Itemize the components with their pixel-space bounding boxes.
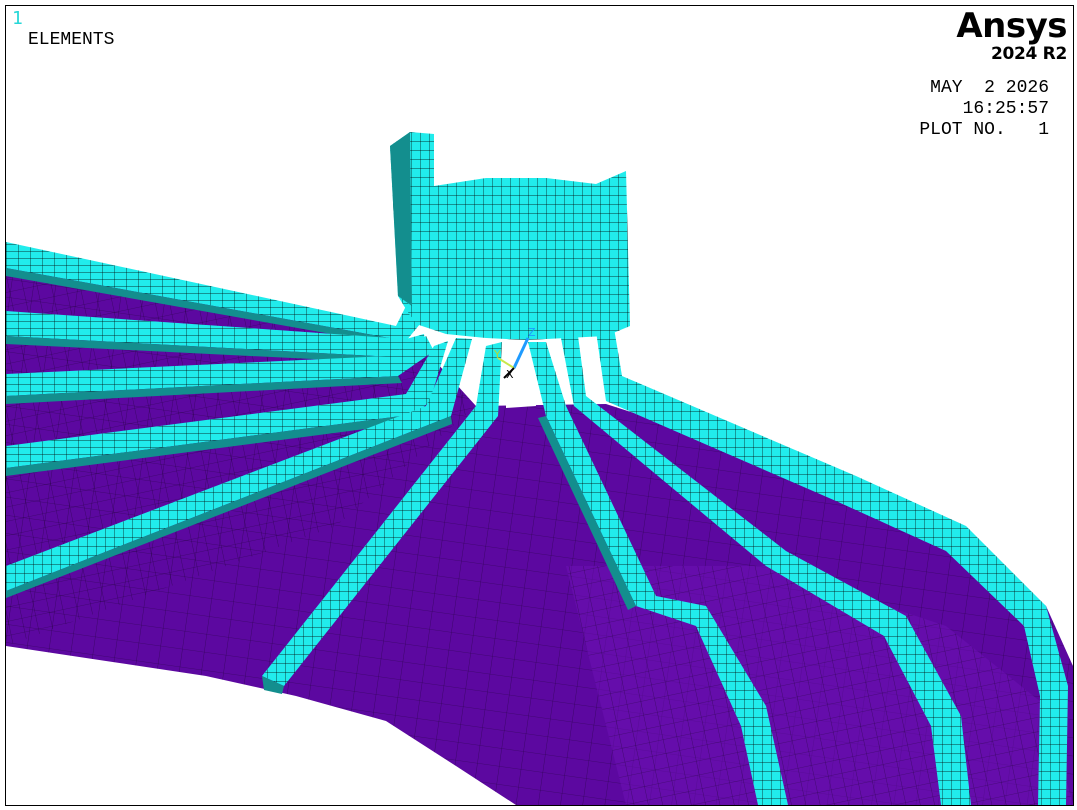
triad-x-label: X	[506, 368, 514, 381]
plot-title: ELEMENTS	[28, 30, 115, 50]
ansys-logo: Ansys 2024 R2	[956, 8, 1067, 64]
logo-brand: Ansys	[956, 6, 1067, 46]
triad-z-label: Z	[528, 326, 536, 339]
hub-cylinder	[390, 132, 630, 340]
mesh-scene[interactable]: X Y Z	[6, 6, 1073, 805]
window-number: 1	[12, 8, 23, 29]
stamp-time: 16:25:57	[962, 99, 1049, 119]
stamp-date: MAY 2 2026	[930, 78, 1049, 98]
plot-stamp: MAY 2 2026 16:25:57 PLOT NO. 1	[919, 78, 1049, 141]
triad-y-label: Y	[493, 348, 501, 361]
logo-version: 2024 R2	[990, 44, 1067, 64]
graphics-viewport[interactable]: X Y Z 1 ELEMENTS Ansys 2024 R2 MAY 2 202…	[5, 5, 1074, 806]
stamp-plot-no: PLOT NO. 1	[919, 120, 1049, 140]
